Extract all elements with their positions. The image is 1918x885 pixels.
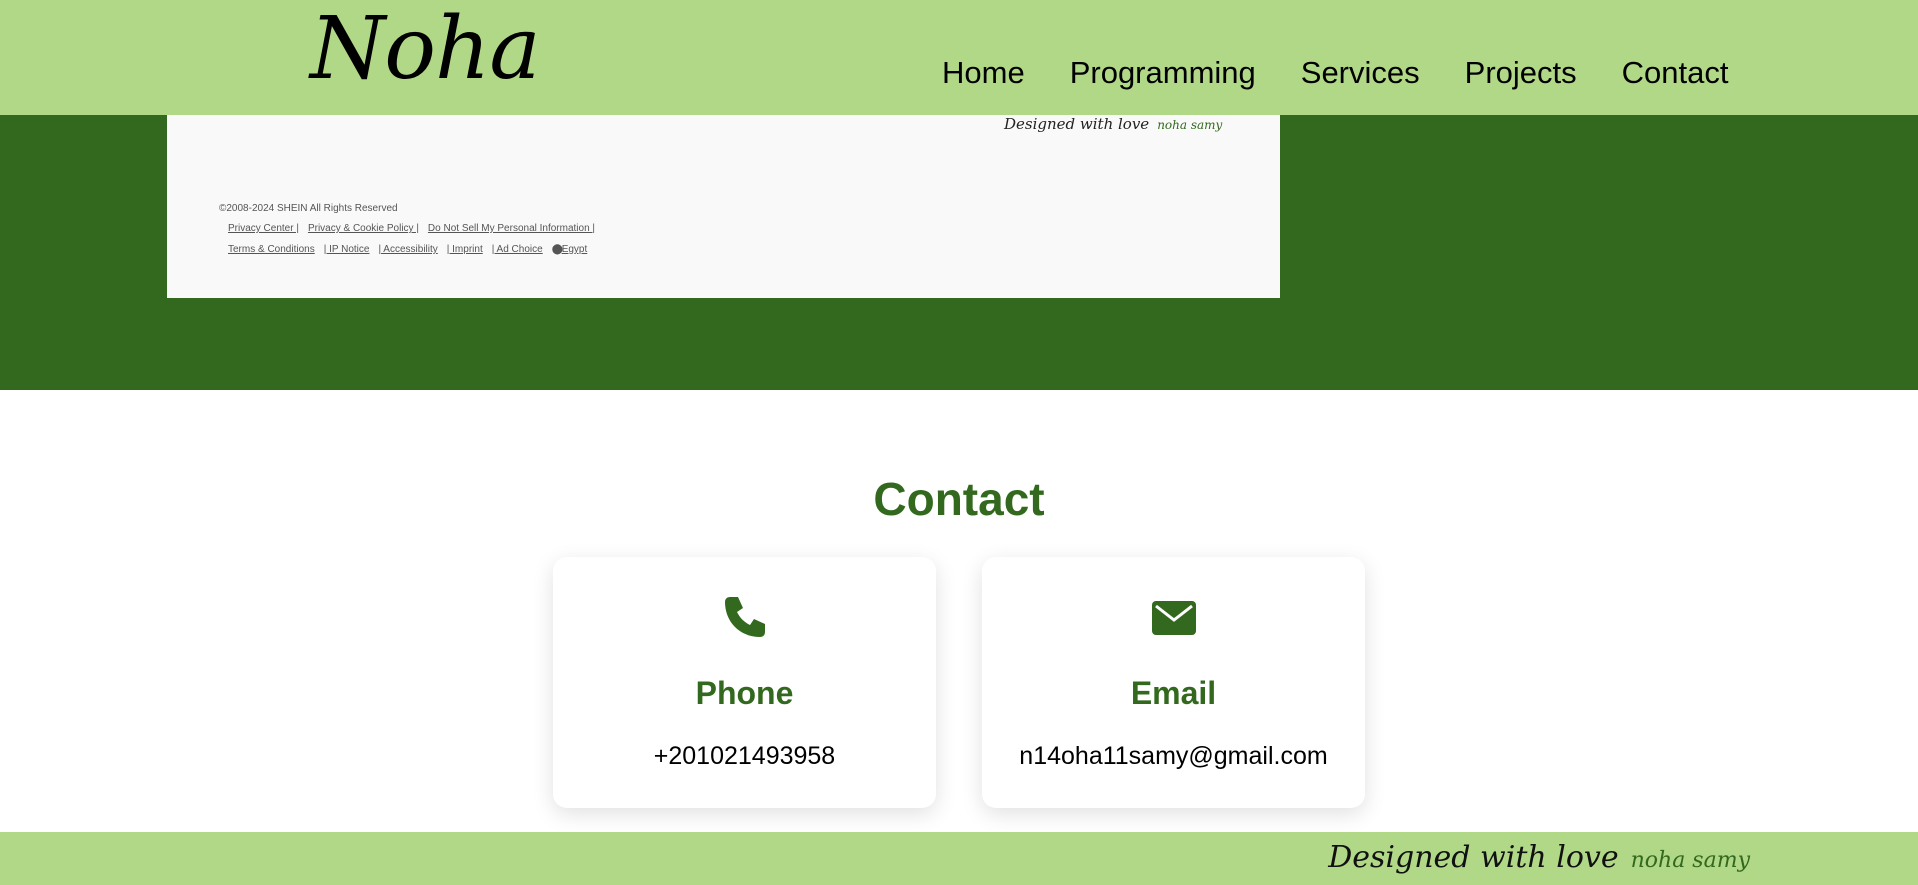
nav-link-home[interactable]: Home	[942, 55, 1025, 91]
phone-card-title: Phone	[695, 675, 794, 711]
phone-card: Phone +201021493958	[553, 557, 936, 808]
projects-section: Designed with love noha samy ©2008-2024 …	[0, 115, 1918, 390]
footer-designed-text: Designed with love	[1328, 840, 1619, 875]
nav-link-projects[interactable]: Projects	[1465, 55, 1577, 91]
envelope-icon	[1151, 601, 1196, 635]
footer-designed-with-love: Designed with love noha samy	[1328, 840, 1750, 875]
phone-number[interactable]: +201021493958	[553, 742, 936, 771]
nav-link-contact[interactable]: Contact	[1622, 55, 1729, 91]
phone-icon	[724, 597, 765, 637]
preview-designed-text: Designed with love	[1004, 115, 1150, 133]
footer: Designed with love noha samy	[0, 832, 1918, 885]
preview-link-privacy-center[interactable]: Privacy Center |	[228, 223, 299, 234]
site-logo[interactable]: Noha	[310, 6, 541, 92]
preview-link-do-not-sell[interactable]: Do Not Sell My Personal Information |	[428, 223, 595, 234]
footer-signature: noha samy	[1630, 848, 1750, 873]
preview-links-row-1: Privacy Center | Privacy & Cookie Policy…	[228, 223, 595, 234]
preview-link-region[interactable]: ⬤Egypt	[552, 244, 588, 255]
nav-menu: Home Programming Services Projects Conta…	[942, 55, 1728, 91]
nav-link-programming[interactable]: Programming	[1070, 55, 1256, 91]
project-preview-image[interactable]: Designed with love noha samy ©2008-2024 …	[167, 115, 1280, 298]
preview-signature: noha samy	[1157, 118, 1223, 132]
preview-designed-with-love: Designed with love noha samy	[1004, 115, 1222, 133]
location-pin-icon: ⬤	[551, 244, 563, 255]
preview-link-ip-notice[interactable]: | IP Notice	[324, 244, 370, 255]
nav-link-services[interactable]: Services	[1301, 55, 1420, 91]
navbar: Noha Home Programming Services Projects …	[0, 0, 1918, 115]
preview-copyright: ©2008-2024 SHEIN All Rights Reserved	[219, 203, 398, 214]
email-card-title: Email	[1130, 675, 1217, 711]
contact-section-title: Contact	[873, 473, 1045, 526]
preview-link-cookie-policy[interactable]: Privacy & Cookie Policy |	[308, 223, 419, 234]
preview-link-terms[interactable]: Terms & Conditions	[228, 244, 315, 255]
email-card: Email n14oha11samy@gmail.com	[982, 557, 1365, 808]
preview-link-ad-choice[interactable]: | Ad Choice	[492, 244, 543, 255]
preview-links-row-2: Terms & Conditions | IP Notice | Accessi…	[228, 244, 587, 255]
preview-link-accessibility[interactable]: | Accessibility	[378, 244, 437, 255]
preview-link-imprint[interactable]: | Imprint	[447, 244, 483, 255]
email-address[interactable]: n14oha11samy@gmail.com	[982, 742, 1365, 771]
preview-region-label: Egypt	[561, 244, 588, 255]
